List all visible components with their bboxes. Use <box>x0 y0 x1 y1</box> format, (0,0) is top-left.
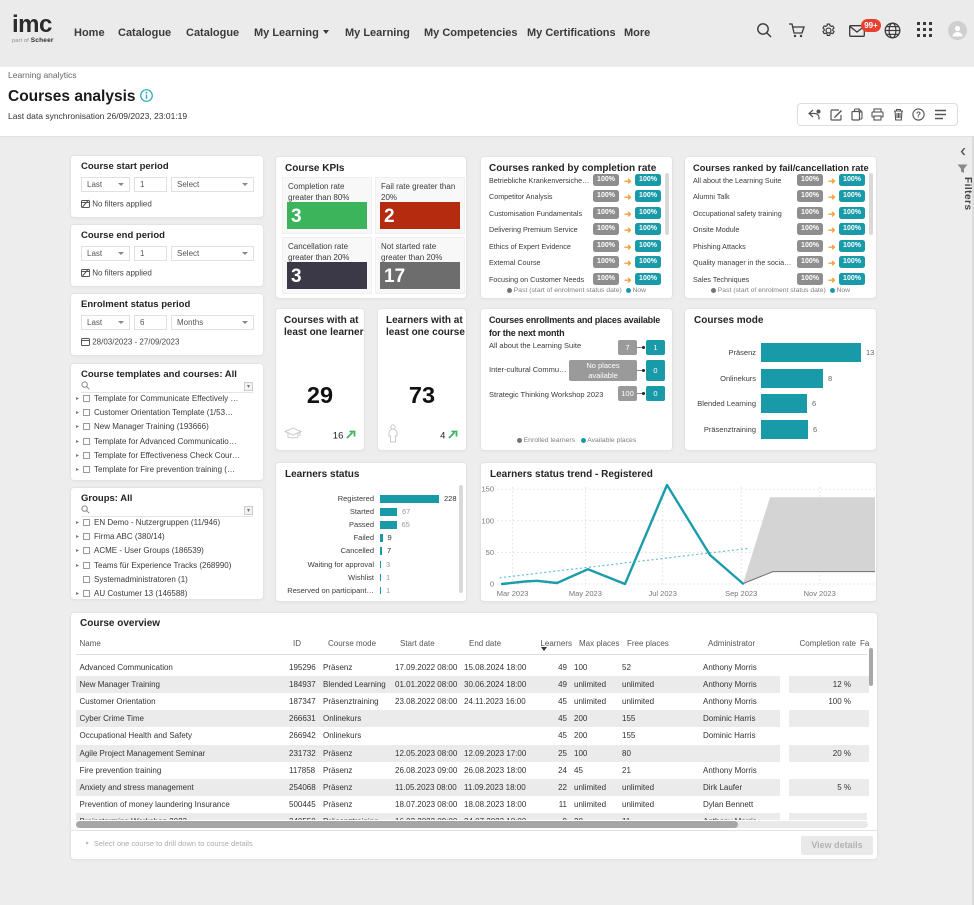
svg-text:100: 100 <box>481 516 494 525</box>
svg-text:0: 0 <box>490 580 494 589</box>
svg-text:May 2023: May 2023 <box>569 589 602 598</box>
svg-text:Sep 2023: Sep 2023 <box>725 589 757 598</box>
svg-text:50: 50 <box>486 548 494 557</box>
svg-text:150: 150 <box>481 485 494 494</box>
svg-text:?: ? <box>916 110 921 119</box>
svg-text:Jul 2023: Jul 2023 <box>649 589 677 598</box>
svg-text:Mar 2023: Mar 2023 <box>497 589 529 598</box>
svg-text:Nov 2023: Nov 2023 <box>804 589 836 598</box>
